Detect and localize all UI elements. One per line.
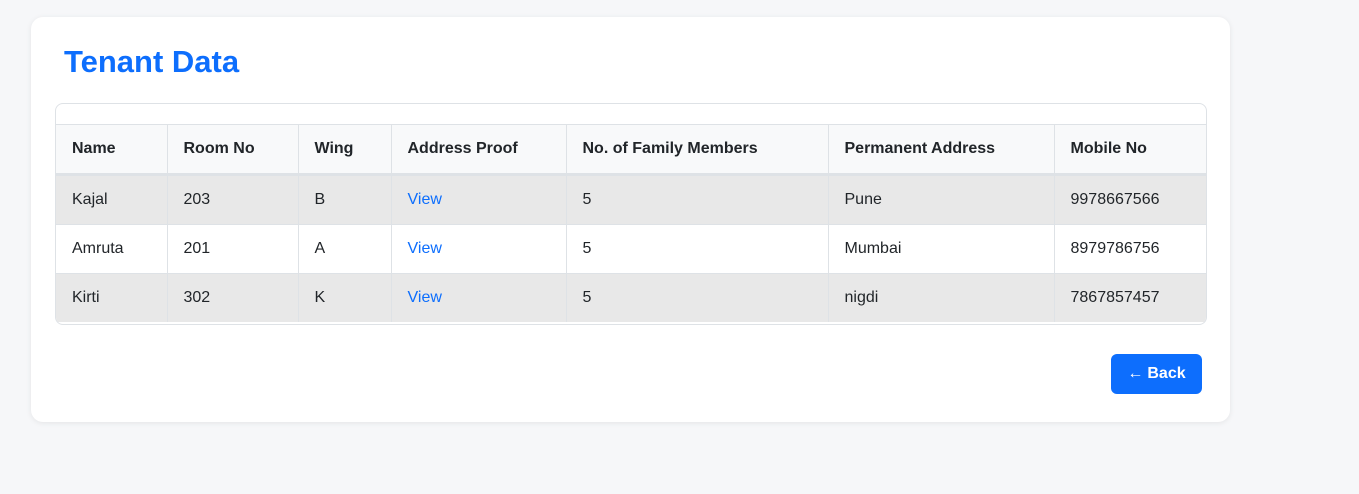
cell-family-members: 5 <box>565 273 829 322</box>
cell-address-proof: View <box>390 174 567 225</box>
cell-room-no: 302 <box>166 273 299 322</box>
cell-room-no: 203 <box>166 174 299 225</box>
cell-wing: K <box>297 273 392 322</box>
back-button[interactable]: ← Back <box>1111 354 1202 394</box>
arrow-left-icon: ← <box>1127 365 1144 382</box>
cell-wing: B <box>297 174 392 225</box>
cell-permanent-address: Mumbai <box>827 224 1055 274</box>
cell-name: Kirti <box>56 273 168 322</box>
cell-room-no: 201 <box>166 224 299 274</box>
cell-family-members: 5 <box>565 224 829 274</box>
column-header-mobile-no: Mobile No <box>1053 124 1206 176</box>
cell-mobile-no: 8979786756 <box>1053 224 1206 274</box>
cell-name: Amruta <box>56 224 168 274</box>
cell-name: Kajal <box>56 174 168 225</box>
view-address-proof-link[interactable]: View <box>408 240 442 257</box>
tenant-table-container: Name Room No Wing Address Proof No. of F… <box>55 103 1207 325</box>
tenant-table: Name Room No Wing Address Proof No. of F… <box>56 124 1206 322</box>
column-header-address-proof: Address Proof <box>390 124 567 176</box>
back-button-label: Back <box>1147 365 1186 382</box>
cell-permanent-address: Pune <box>827 174 1055 225</box>
tenant-data-card: Tenant Data Name Room No Wing Address Pr… <box>31 17 1230 422</box>
column-header-room-no: Room No <box>166 124 299 176</box>
column-header-wing: Wing <box>297 124 392 176</box>
table-row: Amruta 201 A View 5 Mumbai 8979786756 <box>56 224 1206 274</box>
table-header-row: Name Room No Wing Address Proof No. of F… <box>56 124 1206 176</box>
cell-mobile-no: 7867857457 <box>1053 273 1206 322</box>
cell-family-members: 5 <box>565 174 829 225</box>
column-header-permanent-address: Permanent Address <box>827 124 1055 176</box>
table-row: Kajal 203 B View 5 Pune 9978667566 <box>56 174 1206 225</box>
table-row: Kirti 302 K View 5 nigdi 7867857457 <box>56 273 1206 322</box>
column-header-name: Name <box>56 124 168 176</box>
page-title: Tenant Data <box>64 44 240 79</box>
column-header-family-members: No. of Family Members <box>565 124 829 176</box>
cell-address-proof: View <box>390 224 567 274</box>
cell-permanent-address: nigdi <box>827 273 1055 322</box>
view-address-proof-link[interactable]: View <box>408 191 442 208</box>
view-address-proof-link[interactable]: View <box>408 289 442 306</box>
cell-wing: A <box>297 224 392 274</box>
cell-address-proof: View <box>390 273 567 322</box>
cell-mobile-no: 9978667566 <box>1053 174 1206 225</box>
